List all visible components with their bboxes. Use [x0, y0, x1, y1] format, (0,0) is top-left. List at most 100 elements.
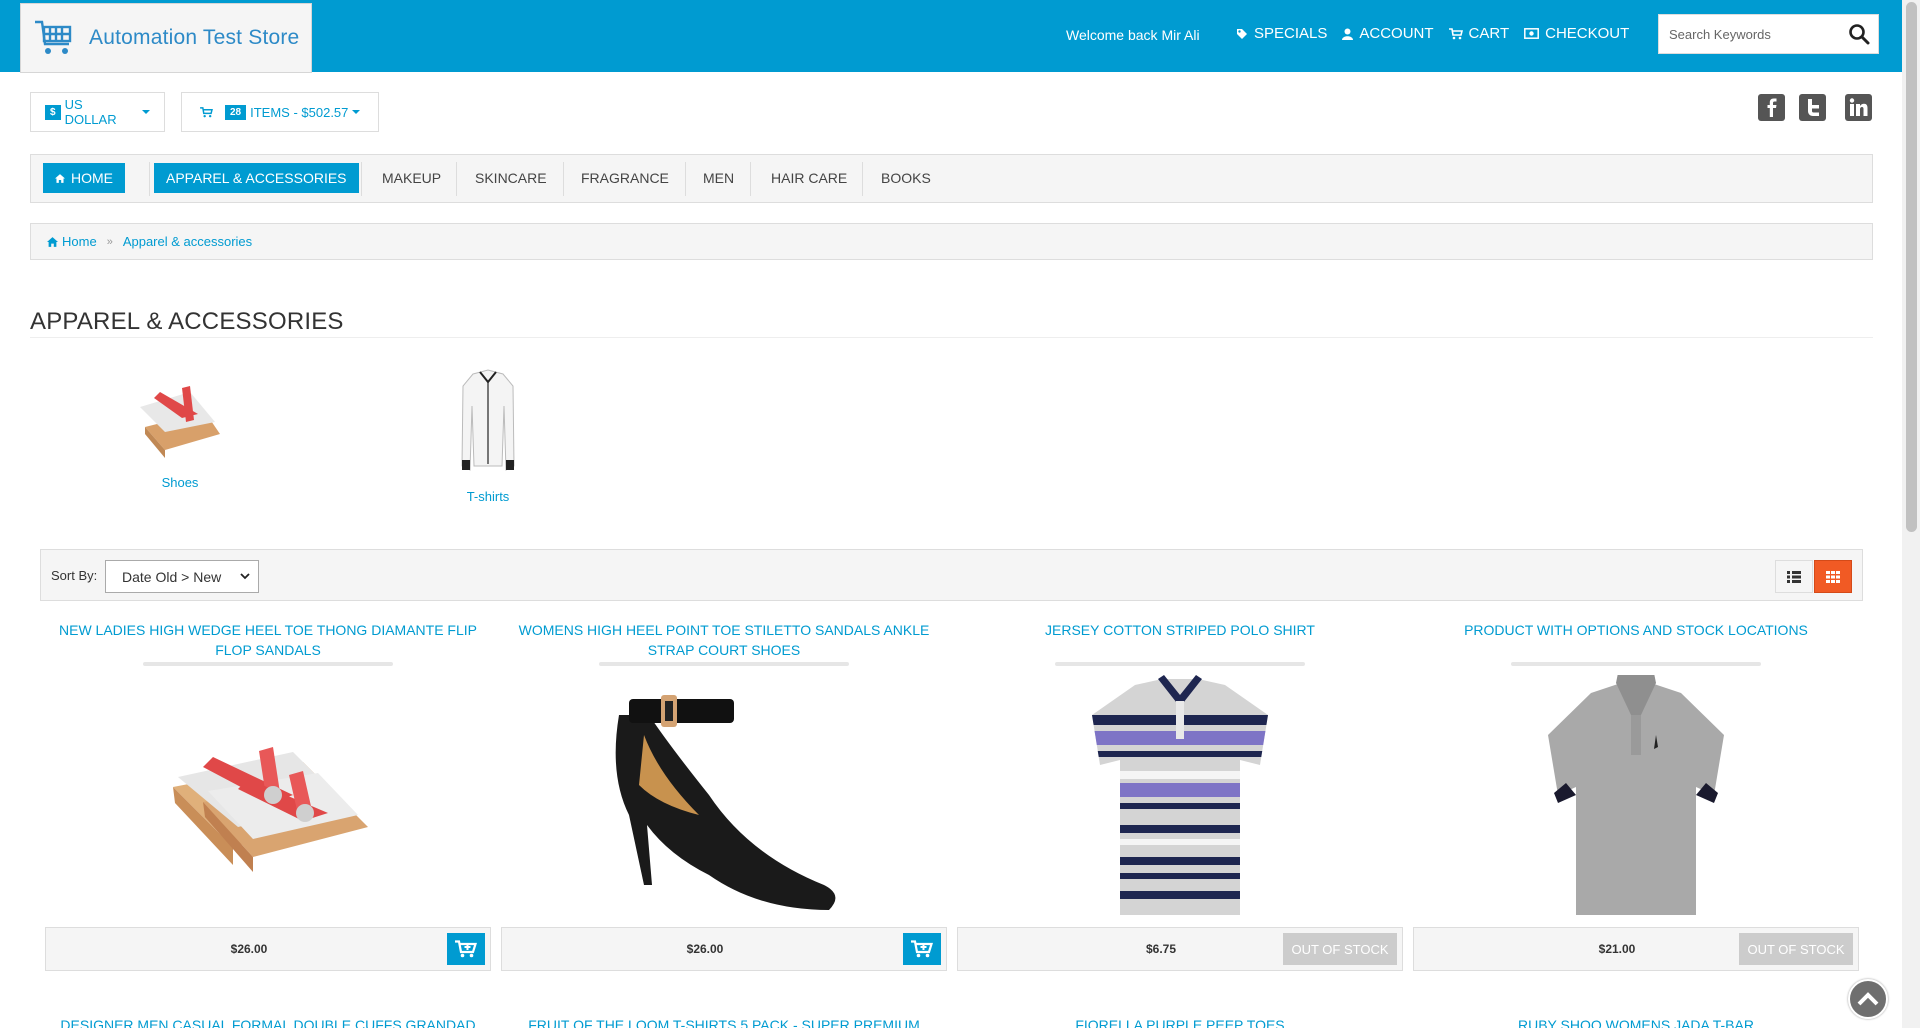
- category-men[interactable]: MEN: [691, 163, 746, 193]
- category-apparel[interactable]: APPAREL & ACCESSORIES: [154, 163, 359, 193]
- product-image[interactable]: [45, 672, 491, 922]
- search-input[interactable]: [1659, 26, 1839, 42]
- category-label: FRAGRANCE: [581, 170, 669, 186]
- product-name[interactable]: WOMENS HIGH HEEL POINT TOE STILETTO SAND…: [501, 620, 947, 660]
- page-scrollbar[interactable]: [1902, 0, 1920, 1028]
- rating-bar: [599, 662, 849, 666]
- currency-dropdown[interactable]: $ US DOLLAR: [30, 92, 165, 132]
- product-name[interactable]: FIORELLA PURPLE PEEP TOES: [957, 1017, 1403, 1028]
- category-books[interactable]: BOOKS: [869, 163, 943, 193]
- nav-divider: [456, 162, 457, 196]
- breadcrumb-home[interactable]: Home: [62, 234, 97, 249]
- rating-bar: [143, 662, 393, 666]
- cart-dropdown[interactable]: 28 ITEMS - $502.57: [181, 92, 379, 132]
- store-name: Automation Test Store: [89, 26, 300, 49]
- category-fragrance[interactable]: FRAGRANCE: [569, 163, 681, 193]
- currency-label: US DOLLAR: [64, 97, 117, 127]
- grey-polo-image: [1548, 674, 1724, 915]
- out-of-stock-button[interactable]: OUT OF STOCK: [1739, 933, 1853, 965]
- specials-link[interactable]: SPECIALS: [1236, 25, 1327, 42]
- product-name[interactable]: NEW LADIES HIGH WEDGE HEEL TOE THONG DIA…: [45, 620, 491, 660]
- specials-label: SPECIALS: [1254, 25, 1328, 42]
- cart-total-label: ITEMS - $502.57: [250, 104, 349, 120]
- sandal-thumbnail: [140, 386, 220, 458]
- home-icon: [47, 236, 58, 247]
- user-icon: [1342, 28, 1354, 40]
- list-icon: [1787, 570, 1801, 583]
- list-view-button[interactable]: [1775, 560, 1813, 593]
- breadcrumb: Home » Apparel & accessories: [30, 223, 1873, 260]
- page-title: APPAREL & ACCESSORIES: [30, 308, 344, 335]
- tag-icon: [1237, 28, 1247, 39]
- nav-divider: [862, 162, 863, 196]
- price-bar: $26.00: [501, 927, 947, 971]
- cart-count-badge: 28: [225, 104, 247, 120]
- breadcrumb-separator-icon: »: [106, 235, 113, 248]
- category-hair-care[interactable]: HAIR CARE: [759, 163, 859, 193]
- add-to-cart-button[interactable]: [903, 933, 941, 965]
- wedge-sandals-image: [173, 747, 368, 872]
- shopping-cart-logo-icon: [35, 20, 72, 54]
- price-bar: $26.00: [45, 927, 491, 971]
- product-name[interactable]: PRODUCT WITH OPTIONS AND STOCK LOCATIONS: [1413, 620, 1859, 640]
- product-image[interactable]: [1413, 672, 1859, 922]
- sort-toolbar: Sort By: Date Old > New: [40, 549, 1863, 601]
- store-logo[interactable]: Automation Test Store: [20, 3, 312, 73]
- stiletto-shoe-image: [615, 694, 836, 910]
- category-label: HOME: [71, 170, 113, 186]
- scrollbar-thumb[interactable]: [1906, 2, 1917, 532]
- cart-link[interactable]: CART: [1448, 25, 1509, 42]
- product-name[interactable]: JERSEY COTTON STRIPED POLO SHIRT: [957, 620, 1403, 640]
- category-label: MAKEUP: [382, 170, 442, 186]
- product-card: NEW LADIES HIGH WEDGE HEEL TOE THONG DIA…: [45, 618, 491, 972]
- subcategory-shoes[interactable]: Shoes: [100, 372, 260, 490]
- currency-symbol: $: [45, 104, 61, 120]
- category-makeup[interactable]: MAKEUP: [370, 163, 453, 193]
- twitter-icon[interactable]: [1799, 94, 1826, 121]
- product-name[interactable]: FRUIT OF THE LOOM T-SHIRTS 5 PACK - SUPE…: [501, 1017, 947, 1028]
- account-link[interactable]: ACCOUNT: [1342, 25, 1434, 42]
- product-name[interactable]: RUBY SHOO WOMENS JADA T-BAR: [1413, 1017, 1859, 1028]
- price-bar: $6.75 OUT OF STOCK: [957, 927, 1403, 971]
- category-home[interactable]: HOME: [43, 163, 125, 193]
- category-label: SKINCARE: [475, 170, 547, 186]
- add-to-cart-button[interactable]: [447, 933, 485, 965]
- scroll-to-top-button[interactable]: [1848, 979, 1888, 1019]
- product-name[interactable]: DESIGNER MEN CASUAL FORMAL DOUBLE CUFFS …: [45, 1017, 491, 1028]
- subcategory-label: Shoes: [161, 475, 199, 490]
- grid-icon: [1826, 570, 1840, 583]
- nav-divider: [149, 162, 150, 196]
- chevron-down-icon: [352, 110, 361, 114]
- chevron-down-icon: [240, 573, 250, 580]
- sort-label: Sort By:: [51, 568, 98, 583]
- welcome-message[interactable]: Welcome back Mir Ali: [1066, 27, 1200, 43]
- grid-view-button[interactable]: [1814, 560, 1852, 593]
- rating-bar: [1055, 662, 1305, 666]
- money-icon: [1524, 28, 1540, 39]
- search-button[interactable]: [1848, 23, 1870, 50]
- search-box: [1658, 14, 1879, 54]
- price-bar: $21.00 OUT OF STOCK: [1413, 927, 1859, 971]
- breadcrumb-current[interactable]: Apparel & accessories: [123, 234, 252, 249]
- top-header: Automation Test Store Welcome back Mir A…: [0, 0, 1902, 73]
- category-label: HAIR CARE: [771, 170, 848, 186]
- category-label: APPAREL & ACCESSORIES: [166, 170, 347, 186]
- category-nav: HOME APPAREL & ACCESSORIES MAKEUP SKINCA…: [30, 154, 1873, 203]
- facebook-icon[interactable]: [1758, 94, 1785, 121]
- nav-divider: [563, 162, 564, 196]
- product-image[interactable]: [957, 672, 1403, 922]
- rating-bar: [1511, 662, 1761, 666]
- subcategory-tshirts[interactable]: T-shirts: [408, 369, 568, 504]
- subcategory-label: T-shirts: [466, 489, 510, 504]
- checkout-link[interactable]: CHECKOUT: [1524, 25, 1629, 42]
- product-image[interactable]: [501, 672, 947, 922]
- out-of-stock-button[interactable]: OUT OF STOCK: [1283, 933, 1397, 965]
- cart-icon: [200, 106, 213, 117]
- sort-select[interactable]: Date Old > New: [105, 560, 259, 593]
- category-skincare[interactable]: SKINCARE: [463, 163, 559, 193]
- linkedin-icon[interactable]: [1845, 94, 1872, 121]
- category-label: MEN: [703, 170, 735, 186]
- search-icon: [1849, 24, 1870, 45]
- nav-divider: [750, 162, 751, 196]
- add-to-cart-icon: [911, 940, 933, 958]
